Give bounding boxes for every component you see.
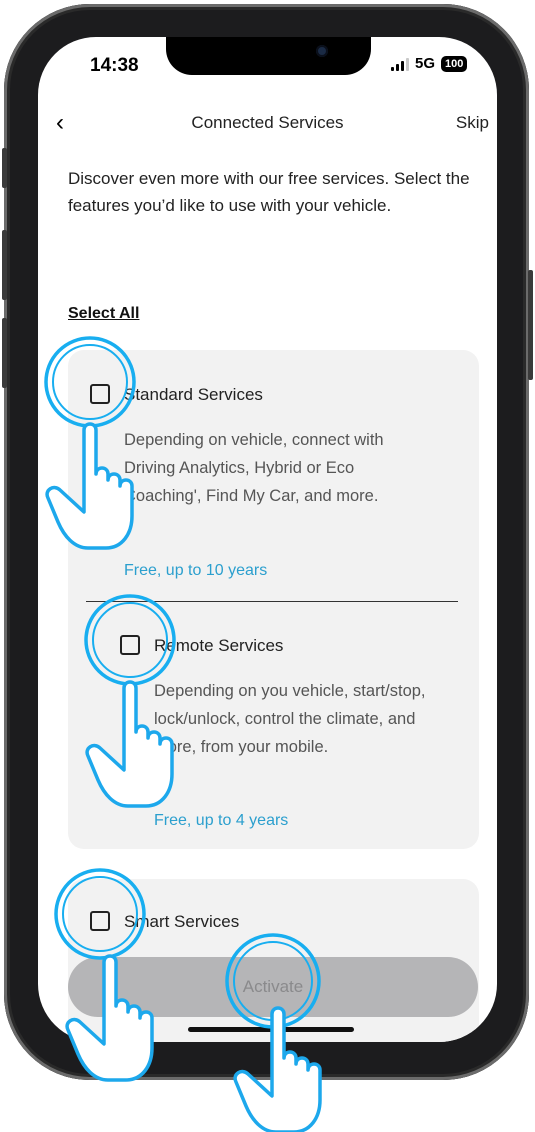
activate-label: Activate: [242, 977, 304, 996]
page-title: Connected Services: [191, 113, 344, 132]
network-type: 5G: [415, 55, 436, 72]
volume-up-button: [2, 230, 7, 300]
standard-services-checkbox[interactable]: [90, 384, 110, 404]
remote-services-title[interactable]: Remote Services: [154, 636, 283, 656]
notch: [166, 37, 371, 75]
smart-services-checkbox[interactable]: [90, 911, 110, 931]
standard-services-description: Depending on vehicle, connect with Drivi…: [124, 431, 384, 505]
power-button: [528, 270, 533, 380]
phone-screen: 14:38 5G 100 ‹ Connected Services Skip D…: [38, 37, 497, 1042]
smart-services-title[interactable]: Smart Services: [124, 912, 239, 932]
remote-services-description: Depending on you vehicle, start/stop, lo…: [154, 682, 426, 756]
status-time: 14:38: [90, 55, 139, 76]
skip-button[interactable]: Skip: [456, 113, 489, 133]
service-divider: [86, 601, 458, 602]
camera-icon: [316, 45, 328, 57]
silent-switch: [2, 148, 7, 188]
status-indicators: 5G 100: [391, 55, 468, 72]
remote-services-checkbox[interactable]: [120, 635, 140, 655]
intro-text: Discover even more with our free service…: [68, 169, 470, 215]
activate-button[interactable]: Activate: [68, 957, 478, 1017]
services-card: Standard Services Depending on vehicle, …: [68, 350, 479, 849]
nav-bar: ‹ Connected Services Skip: [38, 107, 497, 137]
signal-icon: [391, 57, 409, 71]
standard-services-price: Free, up to 10 years: [124, 562, 268, 579]
battery-icon: 100: [441, 55, 468, 72]
home-indicator: [188, 1027, 354, 1032]
remote-services-price: Free, up to 4 years: [154, 812, 289, 829]
volume-down-button: [2, 318, 7, 388]
standard-services-title[interactable]: Standard Services: [124, 385, 263, 405]
select-all-link[interactable]: Select All: [68, 305, 139, 323]
